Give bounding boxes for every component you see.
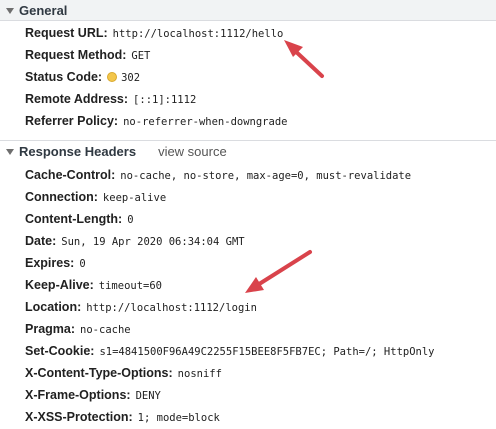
header-value: no-referrer-when-downgrade [123, 116, 288, 128]
red-arrow-url-icon [284, 40, 324, 78]
header-key: X-XSS-Protection: [25, 410, 133, 424]
header-value: 302 [121, 72, 141, 84]
general-title: General [19, 2, 68, 18]
header-row-x-frame-options: X-Frame-Options: DENY [25, 384, 435, 406]
header-value: 0 [79, 258, 86, 270]
header-value: 0 [127, 214, 134, 226]
header-key: Cache-Control: [25, 168, 116, 182]
header-value: GET [131, 50, 151, 62]
header-row-x-content-type-options: X-Content-Type-Options: nosniff [25, 362, 435, 384]
response-headers-title: Response Headers [19, 143, 137, 159]
collapse-triangle-icon[interactable] [6, 148, 14, 155]
response-header-list: Cache-Control: no-cache, no-store, max-ag… [25, 164, 435, 428]
header-row-keep-alive: Keep-Alive: timeout=60 [25, 274, 435, 296]
status-dot-icon [107, 72, 118, 82]
header-value: s1=4841500F96A49C2255F15BEE8F5FB7EC; Pat… [99, 346, 435, 358]
general-section-header[interactable]: General [0, 0, 496, 21]
header-value: http://localhost:1112/hello [112, 28, 284, 40]
header-row-content-length: Content-Length: 0 [25, 208, 435, 230]
header-key: Location: [25, 300, 82, 314]
header-row-location: Location: http://localhost:1112/login [25, 296, 435, 318]
header-value: 1; mode=block [137, 412, 220, 424]
header-key: Set-Cookie: [25, 344, 95, 358]
header-row-pragma: Pragma: no-cache [25, 318, 435, 340]
header-row-request-method: Request Method: GET [25, 44, 287, 66]
header-value: http://localhost:1112/login [86, 302, 257, 314]
header-value: timeout=60 [98, 280, 162, 292]
header-key: Expires: [25, 256, 75, 270]
header-row-request-url: Request URL: http://localhost:1112/hello [25, 22, 287, 44]
header-value: Sun, 19 Apr 2020 06:34:04 GMT [61, 236, 245, 248]
header-key: Content-Length: [25, 212, 123, 226]
header-row-set-cookie: Set-Cookie: s1=4841500F96A49C2255F15BEE8F… [25, 340, 435, 362]
header-row-status-code: Status Code: 302 [25, 66, 287, 88]
header-value: keep-alive [102, 192, 167, 204]
header-key: Referrer Policy: [25, 114, 119, 128]
header-key: Status Code: [25, 70, 103, 84]
header-key: X-Frame-Options: [25, 388, 131, 402]
view-source-link[interactable]: view source [158, 144, 227, 159]
header-row-connection: Connection: keep-alive [25, 186, 435, 208]
header-row-referrer-policy: Referrer Policy: no-referrer-when-downgra… [25, 110, 287, 132]
header-key: Date: [25, 234, 57, 248]
header-value: no-cache, no-store, max-age=0, must-reva… [120, 170, 412, 182]
header-key: Pragma: [25, 322, 76, 336]
header-value: DENY [135, 390, 161, 402]
header-key: Request URL: [25, 26, 108, 40]
header-key: Keep-Alive: [25, 278, 94, 292]
header-value: nosniff [177, 368, 222, 380]
header-key: X-Content-Type-Options: [25, 366, 173, 380]
header-row-date: Date: Sun, 19 Apr 2020 06:34:04 GMT [25, 230, 435, 252]
collapse-triangle-icon[interactable] [6, 7, 14, 14]
header-key: Request Method: [25, 48, 127, 62]
header-row-expires: Expires: 0 [25, 252, 435, 274]
header-row-remote-address: Remote Address: [::1]:1112 [25, 88, 287, 110]
header-value: no-cache [80, 324, 131, 336]
response-headers-section-header[interactable]: Response Headers view source [0, 140, 496, 161]
header-row-x-xss-protection: X-XSS-Protection: 1; mode=block [25, 406, 435, 428]
header-key: Connection: [25, 190, 98, 204]
header-row-cache-control: Cache-Control: no-cache, no-store, max-ag… [25, 164, 435, 186]
header-value: [::1]:1112 [133, 94, 197, 106]
header-key: Remote Address: [25, 92, 129, 106]
general-header-list: Request URL: http://localhost:1112/hello … [25, 22, 287, 132]
